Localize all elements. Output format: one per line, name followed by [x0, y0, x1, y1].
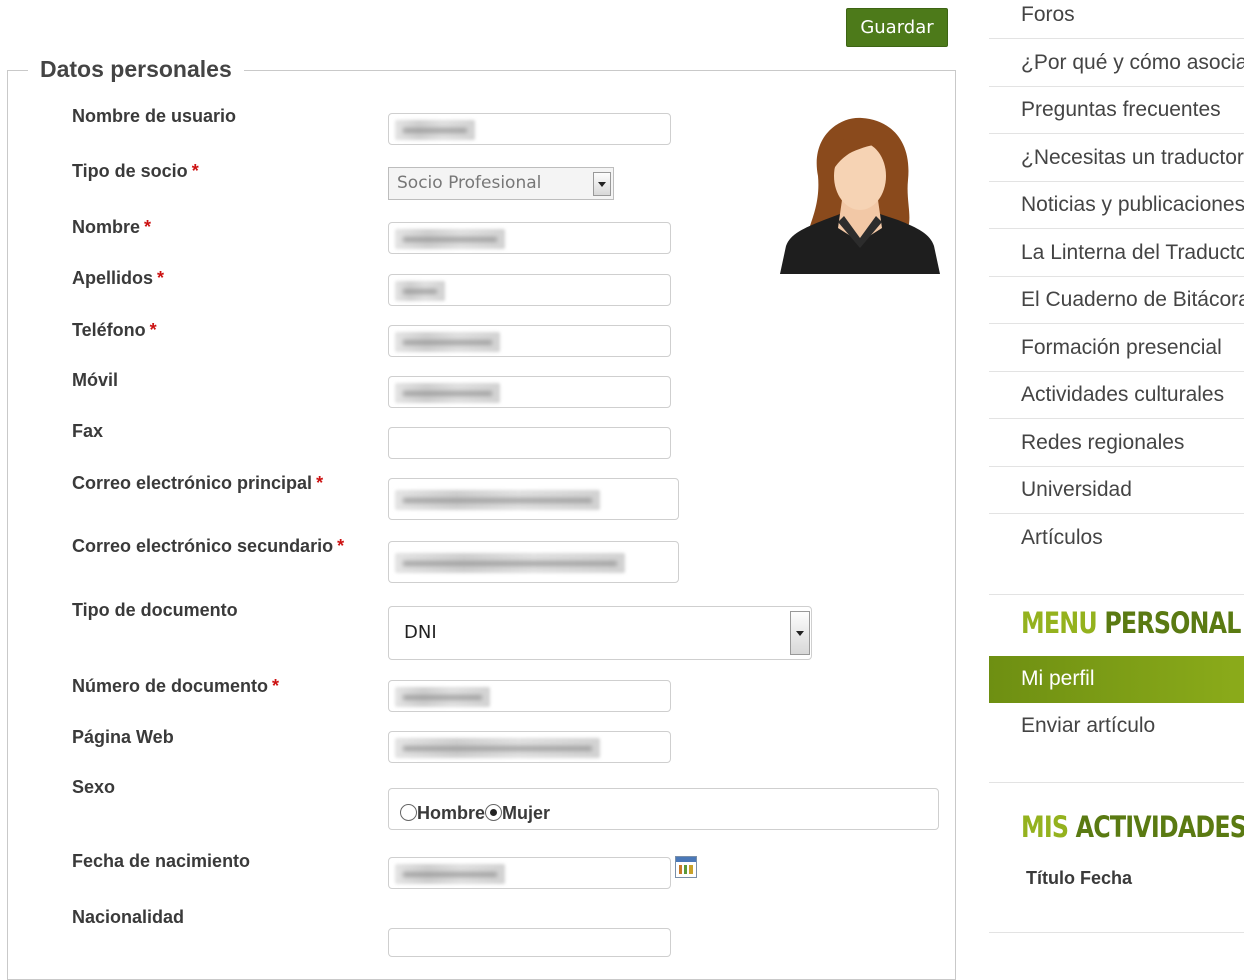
doc-number-label: Número de documento *	[72, 676, 280, 696]
website-label: Página Web	[72, 727, 174, 747]
redacted-value	[395, 383, 500, 403]
required-mark: *	[191, 161, 199, 181]
sex-label: Sexo	[72, 777, 116, 797]
required-mark: *	[337, 536, 345, 556]
member-type-select[interactable]: Socio Profesional	[388, 167, 614, 200]
email-primary-input[interactable]	[388, 478, 679, 520]
personal-menu-heading: MENU PERSONAL	[1021, 606, 1241, 640]
username-input[interactable]	[388, 113, 671, 145]
sidebar-item-asociarse[interactable]: ¿Por qué y cómo asociarse?	[989, 40, 1244, 87]
email-primary-label: Correo electrónico principal *	[72, 473, 324, 493]
sidebar-item-universidad[interactable]: Universidad	[989, 467, 1244, 514]
last-name-label: Apellidos *	[72, 268, 165, 288]
sidebar-divider	[989, 594, 1244, 595]
birth-date-input[interactable]	[388, 857, 671, 889]
doc-number-input[interactable]	[388, 680, 671, 712]
sidebar-item-preguntas-frecuentes[interactable]: Preguntas frecuentes	[989, 87, 1244, 134]
doc-type-label: Tipo de documento	[72, 600, 238, 620]
column-date: Fecha	[1080, 868, 1133, 888]
activities-heading: MIS ACTIVIDADES	[1021, 810, 1244, 844]
radio-hombre[interactable]	[400, 804, 417, 821]
mobile-input[interactable]	[388, 376, 671, 408]
sidebar-item-mi-perfil[interactable]: Mi perfil	[989, 656, 1244, 703]
fax-input[interactable]	[388, 427, 671, 459]
member-type-label: Tipo de socio *	[72, 161, 199, 181]
required-mark: *	[272, 676, 280, 696]
redacted-value	[395, 332, 500, 352]
required-mark: *	[149, 320, 157, 340]
redacted-value	[395, 229, 505, 249]
avatar	[780, 117, 940, 274]
sidebar: Foros ¿Por qué y cómo asociarse? Pregunt…	[989, 0, 1244, 966]
nationality-input[interactable]	[388, 928, 671, 957]
sidebar-item-articulos[interactable]: Artículos	[989, 515, 1244, 562]
sidebar-divider	[989, 782, 1244, 783]
nationality-label: Nacionalidad	[72, 907, 185, 927]
phone-input[interactable]	[388, 325, 671, 357]
sidebar-item-noticias[interactable]: Noticias y publicaciones	[989, 182, 1244, 229]
email-secondary-label: Correo electrónico secundario *	[72, 536, 345, 556]
birth-date-label: Fecha de nacimiento	[72, 851, 251, 871]
sidebar-item-redes-regionales[interactable]: Redes regionales	[989, 420, 1244, 467]
first-name-label: Nombre *	[72, 217, 152, 237]
radio-hombre-label[interactable]: Hombre	[417, 803, 485, 823]
redacted-value	[395, 281, 445, 301]
activities-columns: Título Fecha	[1026, 868, 1132, 889]
radio-mujer[interactable]	[485, 804, 503, 821]
redacted-value	[395, 120, 475, 140]
calendar-icon[interactable]	[675, 856, 697, 878]
redacted-value	[395, 738, 600, 758]
save-button[interactable]: Guardar	[846, 8, 948, 47]
sidebar-item-formacion[interactable]: Formación presencial	[989, 325, 1244, 372]
sidebar-item-cuaderno[interactable]: El Cuaderno de Bitácora	[989, 277, 1244, 324]
sidebar-item-enviar-articulo[interactable]: Enviar artículo	[989, 703, 1244, 750]
radio-mujer-label[interactable]: Mujer	[502, 803, 550, 823]
sidebar-item-traductor[interactable]: ¿Necesitas un traductor?	[989, 135, 1244, 182]
email-secondary-input[interactable]	[388, 541, 679, 583]
required-mark: *	[157, 268, 165, 288]
sidebar-item-foros[interactable]: Foros	[989, 0, 1244, 39]
fieldset-legend: Datos personales	[28, 56, 244, 83]
sidebar-item-actividades-culturales[interactable]: Actividades culturales	[989, 372, 1244, 419]
sidebar-item-linterna[interactable]: La Linterna del Traductor	[989, 230, 1244, 277]
column-title: Título	[1026, 868, 1075, 888]
phone-label: Teléfono *	[72, 320, 157, 340]
fax-label: Fax	[72, 421, 104, 441]
last-name-input[interactable]	[388, 274, 671, 306]
mobile-label: Móvil	[72, 370, 119, 390]
sex-radio-group: Hombre Mujer	[388, 788, 939, 830]
sidebar-divider	[989, 932, 1244, 933]
chevron-down-icon	[790, 611, 810, 655]
username-label: Nombre de usuario	[72, 106, 237, 126]
first-name-input[interactable]	[388, 222, 671, 254]
required-mark: *	[144, 217, 152, 237]
doc-type-select[interactable]: DNI	[388, 606, 812, 660]
redacted-value	[395, 553, 625, 573]
required-mark: *	[316, 473, 324, 493]
redacted-value	[395, 687, 490, 707]
website-input[interactable]	[388, 731, 671, 763]
chevron-down-icon	[593, 172, 611, 196]
redacted-value	[395, 490, 600, 510]
redacted-value	[395, 864, 505, 884]
